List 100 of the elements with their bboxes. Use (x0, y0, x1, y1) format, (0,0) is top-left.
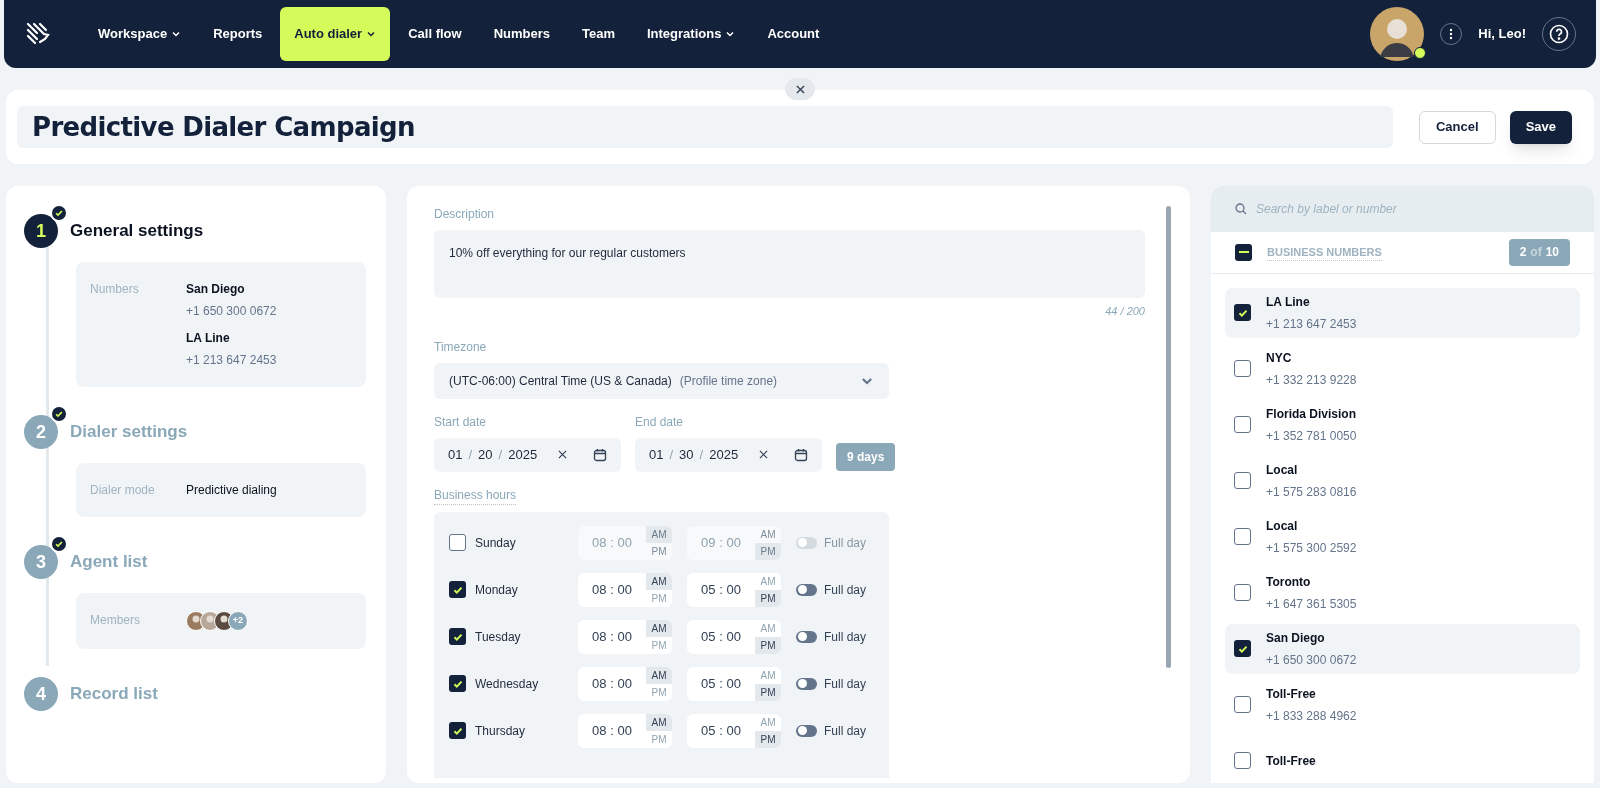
save-button[interactable]: Save (1509, 110, 1572, 144)
calendar-icon[interactable] (794, 447, 808, 462)
help-icon (1549, 24, 1569, 44)
step-title[interactable]: General settings (70, 218, 204, 244)
phone-number: +1 332 213 9228 (1266, 371, 1357, 389)
phone-number: +1 352 781 0050 (1266, 427, 1357, 445)
time-value: 08 : 00 (591, 580, 633, 599)
select-all-checkbox[interactable] (1235, 243, 1252, 261)
period-option[interactable]: PM (755, 636, 781, 654)
period-option[interactable]: AM (646, 619, 672, 637)
step-number: 4 (24, 677, 58, 711)
clear-icon[interactable] (759, 450, 768, 459)
time-field[interactable]: 05 : 00 AM PM (687, 666, 781, 701)
period-option[interactable]: AM (646, 572, 672, 590)
number-list-item[interactable]: Toronto +1 647 361 5305 (1225, 567, 1580, 618)
field-label: Timezone (434, 338, 488, 356)
full-day-label: Full day (824, 534, 867, 552)
full-day-toggle[interactable] (796, 724, 817, 737)
checkbox[interactable] (1234, 752, 1251, 769)
campaign-name-field[interactable]: Predictive Dialer Campaign (17, 106, 1393, 148)
duration-badge: 9 days (836, 442, 896, 471)
checkbox[interactable] (449, 722, 466, 739)
period-option[interactable]: AM (646, 666, 672, 684)
full-day-toggle[interactable] (796, 630, 817, 643)
time-field[interactable]: 08 : 00 AM PM (578, 619, 672, 654)
nav-tab[interactable]: Workspace (84, 7, 196, 61)
date-field[interactable]: 01 / 20 / 2025 (434, 437, 621, 472)
checkbox[interactable] (1234, 472, 1251, 489)
time-field[interactable]: 08 : 00 AM PM (578, 525, 672, 560)
number-list-item[interactable]: San Diego +1 650 300 0672 (1225, 623, 1580, 674)
timezone-select[interactable]: (UTC-06:00) Central Time (US & Canada) (Profile time zone) (434, 362, 889, 399)
step-number: 3 (24, 545, 58, 579)
period-option[interactable]: PM (755, 730, 781, 748)
user-avatar[interactable] (1370, 7, 1425, 61)
period-option[interactable]: PM (755, 683, 781, 701)
checkbox[interactable] (449, 534, 466, 551)
cancel-button[interactable]: Cancel (1419, 110, 1496, 144)
full-day-toggle[interactable] (796, 583, 817, 596)
checkbox[interactable] (1234, 696, 1251, 713)
number-list-item[interactable]: NYC +1 332 213 9228 (1225, 343, 1580, 394)
collapse-button[interactable] (785, 78, 815, 100)
phone-number: +1 575 283 0816 (1266, 483, 1357, 501)
period-option[interactable]: AM (646, 525, 672, 543)
checkbox[interactable] (1234, 528, 1251, 545)
checkbox[interactable] (1234, 360, 1251, 377)
time-field[interactable]: 09 : 00 AM PM (687, 525, 781, 560)
nav-tab[interactable]: Team (568, 7, 629, 61)
time-value: 08 : 00 (591, 721, 633, 740)
nav-tab[interactable]: Account (753, 7, 834, 61)
number-list-item[interactable]: Local +1 575 300 2592 (1225, 511, 1580, 562)
time-value: 05 : 00 (700, 721, 742, 740)
checkbox[interactable] (1234, 304, 1251, 321)
date-field[interactable]: 01 / 30 / 2025 (635, 437, 822, 472)
checkbox[interactable] (1234, 584, 1251, 601)
full-day-toggle[interactable] (796, 677, 817, 690)
field-label: Start date (434, 413, 488, 431)
phone-number: +1 575 300 2592 (1266, 539, 1357, 557)
number-name: Local (1266, 461, 1299, 479)
summary-label: Dialer mode (90, 482, 156, 499)
date-separator: / (699, 445, 704, 464)
time-value: 08 : 00 (591, 627, 633, 646)
clear-icon[interactable] (558, 450, 567, 459)
time-field[interactable]: 05 : 00 AM PM (687, 713, 781, 748)
time-field[interactable]: 05 : 00 AM PM (687, 572, 781, 607)
number-name: LA Line (1266, 293, 1311, 311)
time-field[interactable]: 05 : 00 AM PM (687, 619, 781, 654)
phone-number: +1 650 300 0672 (1266, 651, 1357, 669)
nav-tab[interactable]: Auto dialer (280, 7, 391, 61)
period-option[interactable]: PM (755, 589, 781, 607)
full-day-label: Full day (824, 675, 867, 693)
number-list-item[interactable]: Toll-Free (1225, 735, 1580, 783)
time-field[interactable]: 08 : 00 AM PM (578, 572, 672, 607)
nav-tab[interactable]: Call flow (394, 7, 476, 61)
summary-value: Predictive dialing (186, 482, 277, 499)
number-list-item[interactable]: Toll-Free +1 833 288 4962 (1225, 679, 1580, 730)
more-icon (1449, 28, 1454, 40)
nav-tab[interactable]: Reports (199, 7, 277, 61)
period-option[interactable]: AM (646, 713, 672, 731)
checkbox[interactable] (449, 628, 466, 645)
number-list-item[interactable]: LA Line +1 213 647 2453 (1225, 287, 1580, 338)
checkbox[interactable] (1234, 640, 1251, 657)
nav-tab[interactable]: Numbers (479, 7, 564, 61)
number-list-item[interactable]: Local +1 575 283 0816 (1225, 455, 1580, 506)
number-name: San Diego (1266, 629, 1326, 647)
time-field[interactable]: 08 : 00 AM PM (578, 666, 672, 701)
time-field[interactable]: 08 : 00 AM PM (578, 713, 672, 748)
checkbox[interactable] (1234, 416, 1251, 433)
calendar-icon[interactable] (593, 447, 607, 462)
more-members-count: +2 (228, 611, 248, 631)
number-list-item[interactable]: Florida Division +1 352 781 0050 (1225, 399, 1580, 450)
date-part: 2025 (709, 445, 739, 464)
checkbox[interactable] (449, 675, 466, 692)
close-icon (795, 84, 805, 94)
checkbox[interactable] (449, 581, 466, 598)
period-option[interactable]: PM (755, 542, 781, 560)
nav-tab[interactable]: Integrations (633, 7, 750, 61)
character-counter: 44 / 200 (1105, 304, 1145, 319)
check-icon (54, 539, 64, 549)
full-day-toggle[interactable] (796, 536, 817, 549)
description-field[interactable]: 10% off everything for our regular customers (434, 230, 1145, 298)
